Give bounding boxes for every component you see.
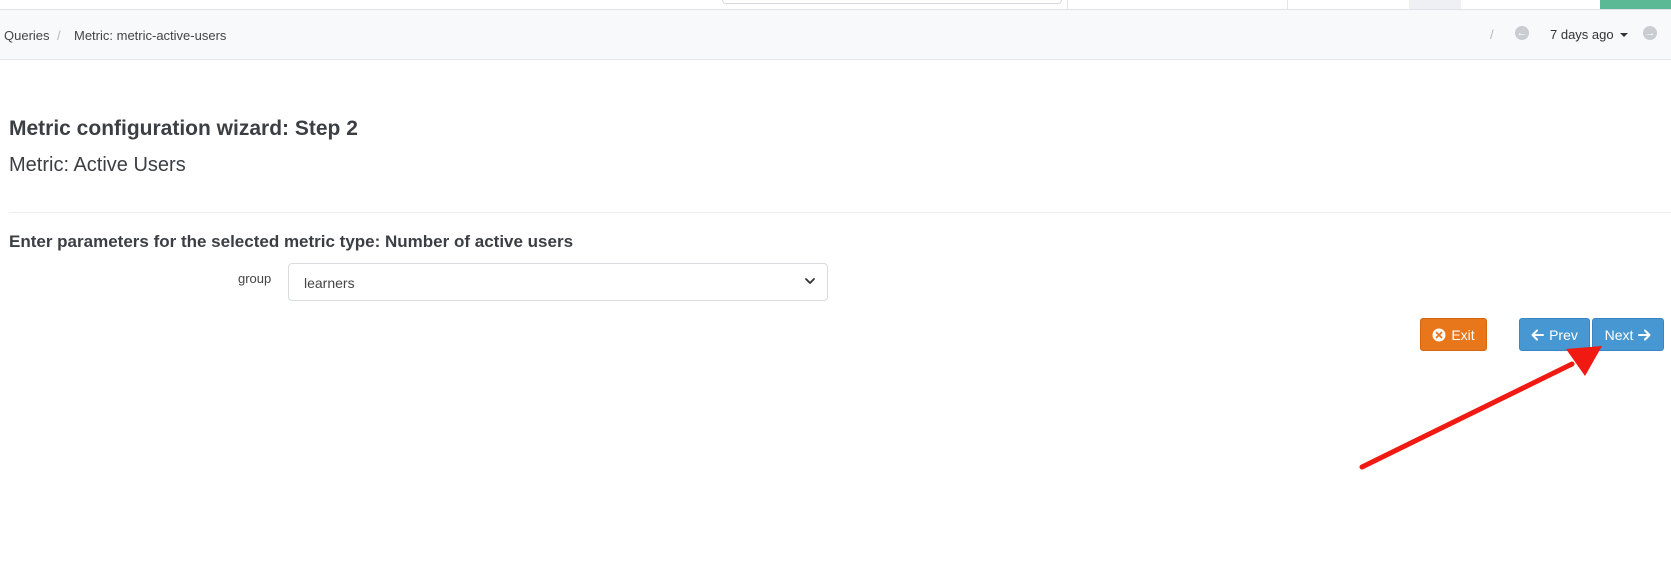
close-circle-icon — [1432, 328, 1446, 341]
page-subtitle: Metric: Active Users — [9, 154, 186, 176]
group-select-value: learners — [304, 275, 355, 291]
annotation-arrow-shaft — [1359, 361, 1575, 470]
next-button[interactable]: Next — [1592, 318, 1664, 351]
arrow-right-icon — [1638, 329, 1651, 340]
next-button-label: Next — [1604, 326, 1634, 343]
circle-arrow-left-icon[interactable]: ← — [1515, 26, 1529, 40]
navbar-accent-button[interactable] — [1600, 0, 1671, 9]
section-heading: Enter parameters for the selected metric… — [9, 232, 574, 251]
navbar-divider — [1067, 0, 1068, 9]
group-select[interactable]: learners — [288, 263, 828, 301]
page-title: Metric configuration wizard: Step 2 — [9, 117, 358, 140]
navbar-divider — [1287, 0, 1288, 9]
prev-button-label: Prev — [1549, 326, 1578, 343]
navbar-active-tab[interactable] — [1409, 0, 1461, 9]
time-range-label: 7 days ago — [1550, 27, 1614, 42]
time-range-dropdown[interactable]: 7 days ago — [1550, 27, 1628, 42]
circle-arrow-right-icon[interactable]: → — [1643, 26, 1657, 40]
breadcrumb-separator: / — [57, 28, 61, 43]
sub-navbar: Queries / Metric: metric-active-users / … — [0, 10, 1671, 60]
group-label: group — [238, 271, 272, 286]
top-navbar — [0, 0, 1671, 10]
breadcrumb-queries[interactable]: Queries — [4, 28, 50, 43]
chevron-down-icon — [805, 278, 815, 284]
time-nav-separator: / — [1490, 27, 1494, 42]
caret-down-icon — [1619, 33, 1628, 37]
search-input[interactable] — [722, 0, 1062, 4]
exit-button-label: Exit — [1451, 326, 1475, 343]
arrow-left-icon — [1531, 329, 1545, 340]
section-divider — [9, 212, 1671, 213]
prev-button[interactable]: Prev — [1519, 318, 1590, 351]
exit-button[interactable]: Exit — [1420, 318, 1487, 351]
breadcrumb-current: Metric: metric-active-users — [74, 28, 227, 43]
